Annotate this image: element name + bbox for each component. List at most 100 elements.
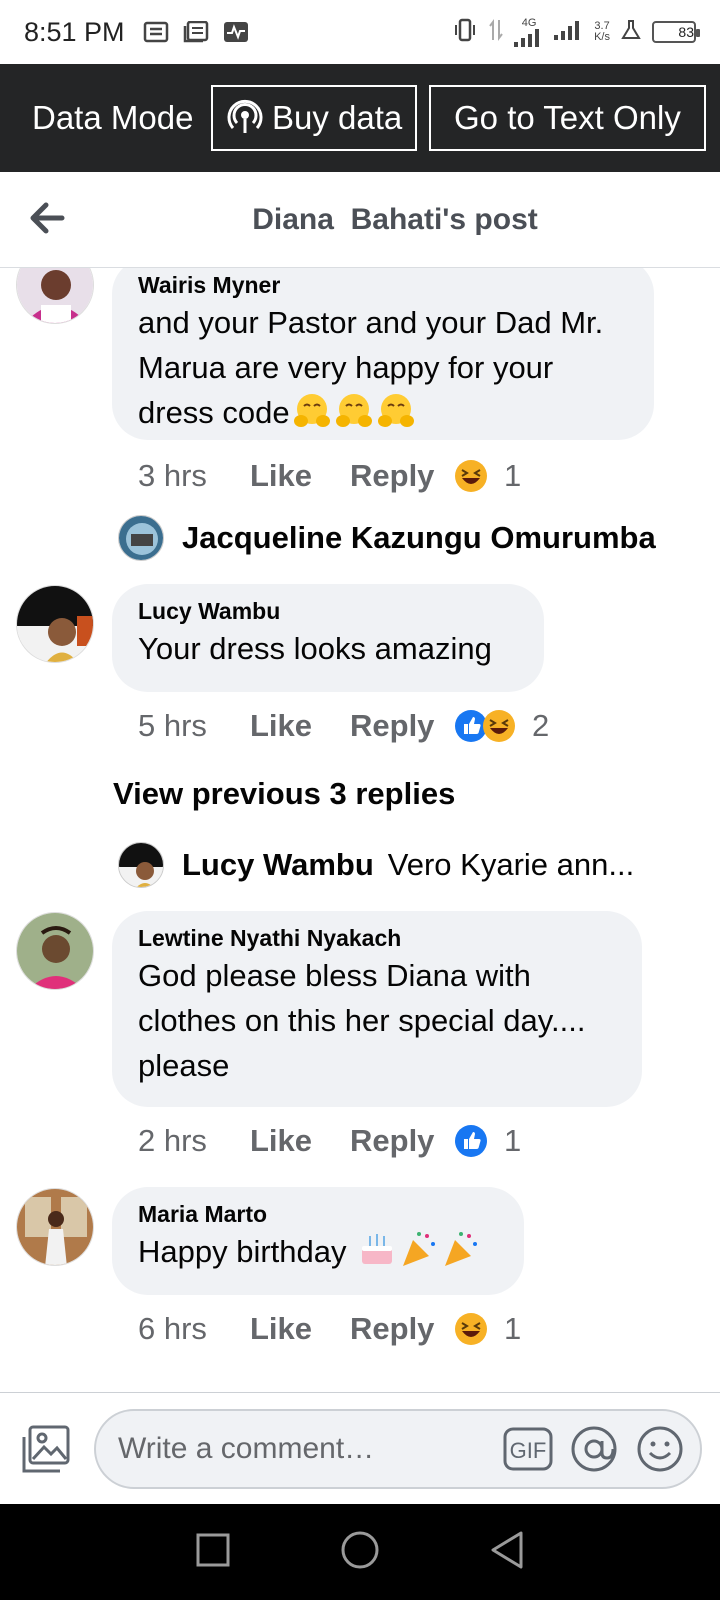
reply-author[interactable]: Jacqueline Kazungu Omurumba [182,520,656,556]
reaction-count: 1 [504,1123,522,1158]
mention-button[interactable] [568,1423,620,1475]
text-only-label: Go to Text Only [454,99,681,136]
comment-input[interactable]: Write a comment… GIF [94,1409,702,1489]
reactions[interactable]: 2 [454,708,549,744]
svg-text:GIF: GIF [510,1438,547,1463]
avatar[interactable] [16,912,94,990]
comments-list: Wairis Myner and your Pastor and your Da… [0,268,720,1392]
reaction-count: 2 [532,708,550,743]
reactions[interactable]: 1 [454,1123,521,1159]
like-reaction-icon [455,1125,487,1157]
reply-button[interactable]: Reply [350,1123,454,1159]
avatar[interactable] [16,585,94,663]
comment-time: 2 hrs [138,1123,207,1158]
battery-indicator: 83 [652,21,700,43]
gif-icon: GIF [503,1427,553,1471]
signal-icon [554,20,584,45]
hugging-face-emoji [334,393,374,441]
comment-text-line: Marua are very happy for your [138,350,554,385]
like-button[interactable]: Like [250,1123,350,1159]
comment-text-line: dress code [138,395,290,430]
recent-apps-button[interactable] [195,1532,231,1573]
reply-preview[interactable]: Lucy Wambu Vero Kyarie ann... [118,840,634,890]
comment-text-line: please [138,1048,230,1083]
broadcast-icon [227,99,263,133]
comment-time: 6 hrs [138,1311,207,1346]
reply-text: Vero Kyarie ann... [387,847,635,882]
data-mode-label: Data Mode [32,99,194,136]
lab-flask-icon [620,19,642,46]
news-notification-icon [183,21,209,43]
reaction-count: 1 [504,1311,522,1346]
reactions[interactable]: 1 [454,1311,521,1347]
hugging-face-emoji [292,393,332,441]
emoji-button[interactable] [634,1423,686,1475]
avatar [118,842,164,888]
back-arrow-icon [30,202,65,234]
like-button[interactable]: Like [250,1311,350,1347]
reply-button[interactable]: Reply [350,1311,454,1347]
comment-bubble[interactable]: Wairis Myner and your Pastor and your Da… [112,268,654,440]
data-transfer-icon [488,18,504,47]
comment-time: 3 hrs [138,458,207,493]
status-bar: 8:51 PM 4G 3.7 K/s 83 [0,0,720,64]
avatar [118,515,164,561]
status-right-icons: 4G 3.7 K/s 83 [452,17,700,47]
hugging-face-emoji [376,393,416,441]
message-notification-icon [143,21,169,43]
party-popper-emoji [399,1230,439,1280]
comment-composer: Write a comment… GIF [0,1392,720,1504]
page-title: Diana Bahati's post [252,202,538,236]
reaction-count: 1 [504,458,522,493]
comment-actions: 3 hrs Like Reply 1 [138,456,521,496]
birthday-cake-emoji [357,1230,397,1280]
avatar[interactable] [16,268,94,324]
post-header: Diana Bahati's post [0,172,720,268]
haha-reaction-icon [455,1313,487,1345]
haha-reaction-icon [483,710,515,742]
vibrate-icon [452,18,478,47]
home-button[interactable] [340,1530,380,1575]
comment-author[interactable]: Wairis Myner [138,270,628,300]
data-mode-bar: Data Mode Buy data Go to Text Only [0,64,720,172]
reply-preview[interactable]: Jacqueline Kazungu Omurumba [118,513,656,563]
add-photo-button[interactable] [20,1423,72,1475]
buy-data-button[interactable]: Buy data [211,85,417,151]
photo-icon [22,1425,70,1473]
status-time: 8:51 PM [24,16,125,47]
comment-actions: 6 hrs Like Reply 1 [138,1309,521,1349]
go-to-text-only-button[interactable]: Go to Text Only [428,85,706,151]
reply-button[interactable]: Reply [350,458,454,494]
comment-bubble[interactable]: Lucy Wambu Your dress looks amazing [112,584,544,692]
comment-author[interactable]: Lewtine Nyathi Nyakach [138,923,616,953]
avatar[interactable] [16,1188,94,1266]
comment-text-line: Your dress looks amazing [138,631,492,666]
like-button[interactable]: Like [250,458,350,494]
smiley-icon [637,1426,683,1472]
reactions[interactable]: 1 [454,458,521,494]
haha-reaction-icon [455,460,487,492]
comment-author[interactable]: Maria Marto [138,1199,498,1229]
back-nav-button[interactable] [489,1530,525,1575]
comment-text-line: God please bless Diana with [138,958,531,993]
triangle-back-icon [491,1531,523,1568]
circle-icon [341,1531,379,1568]
comment-author[interactable]: Lucy Wambu [138,596,518,626]
like-button[interactable]: Like [250,708,350,744]
reply-button[interactable]: Reply [350,708,454,744]
activity-notification-icon [223,21,249,43]
comment-actions: 2 hrs Like Reply 1 [138,1121,521,1161]
back-button[interactable] [26,198,70,238]
comment-text-line: and your Pastor and your Dad Mr. [138,305,604,340]
comment-input-placeholder: Write a comment… [118,1432,375,1465]
view-previous-replies-link[interactable]: View previous 3 replies [113,776,455,812]
comment-text-line: clothes on this her special day.... [138,1003,586,1038]
gif-button[interactable]: GIF [502,1423,554,1475]
reply-author[interactable]: Lucy Wambu [182,847,374,883]
comment-time: 5 hrs [138,708,207,743]
network-speed: 3.7 K/s [594,20,610,43]
comment-bubble[interactable]: Maria Marto Happy birthday [112,1187,524,1295]
square-icon [196,1533,230,1566]
comment-bubble[interactable]: Lewtine Nyathi Nyakach God please bless … [112,911,642,1107]
buy-data-label: Buy data [272,99,403,136]
